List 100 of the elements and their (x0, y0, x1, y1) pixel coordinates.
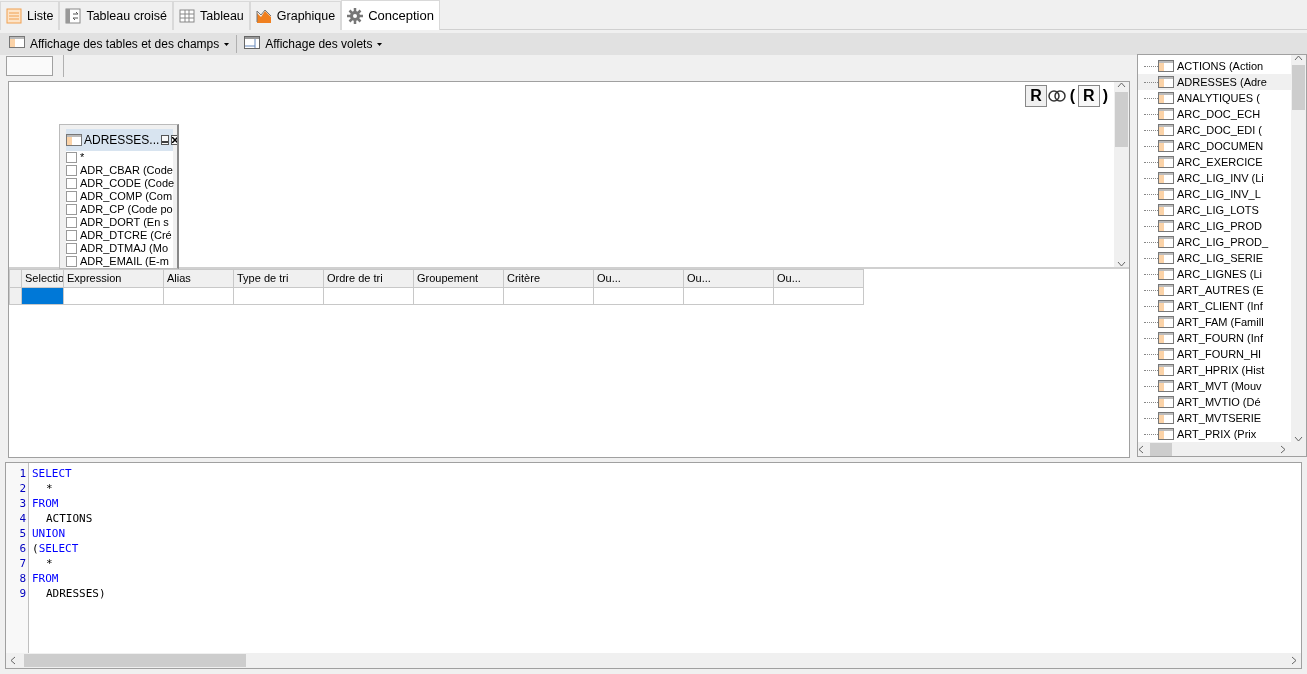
tree-item[interactable]: ARC_LIG_INV (Li (1138, 170, 1291, 186)
tree-item[interactable]: ART_FOURN_HI (1138, 346, 1291, 362)
tree-item[interactable]: ARC_LIGNES (Li (1138, 266, 1291, 282)
table-title: ADRESSES... (84, 132, 160, 149)
scrollbar-thumb[interactable] (1150, 442, 1172, 456)
line-number: 4 (18, 511, 26, 526)
sql-keyword: FROM (32, 572, 59, 585)
line-number: 2 (18, 481, 26, 496)
vertical-scrollbar[interactable] (1114, 82, 1129, 267)
close-icon (172, 137, 177, 143)
tree-item[interactable]: ARC_EXERCICE (1138, 154, 1291, 170)
horizontal-scrollbar[interactable] (1138, 442, 1306, 456)
scrollbar-thumb[interactable] (1292, 65, 1305, 110)
sql-keyword: SELECT (32, 467, 72, 480)
tree-item[interactable]: ARC_LIG_INV_L (1138, 186, 1291, 202)
column-header[interactable]: Ou... (593, 269, 684, 288)
grid-icon (179, 8, 195, 24)
table-icon (1158, 140, 1174, 152)
sql-text: ( (32, 542, 39, 555)
tree-item[interactable]: ARC_LIG_LOTS (1138, 202, 1291, 218)
sql-keyword: SELECT (38, 542, 79, 555)
field-name: ADR_CODE (Code (80, 177, 175, 190)
table-icon (1158, 348, 1174, 360)
toolbar-dropdown-button[interactable]: Affichage des tables et des champs (6, 35, 233, 53)
toolbar-dropdown-button[interactable]: Affichage des volets (241, 35, 386, 53)
line-number: 8 (18, 571, 26, 586)
vertical-scrollbar[interactable] (1291, 55, 1306, 442)
checkbox[interactable] (66, 204, 77, 215)
line-number: 7 (18, 556, 26, 571)
table-icon (1158, 204, 1174, 216)
sql-text: * (46, 557, 53, 570)
tree-item[interactable]: ARC_DOC_ECH (1138, 106, 1291, 122)
checkbox[interactable] (66, 152, 77, 163)
column-header[interactable]: Ordre de tri (323, 269, 414, 288)
tree-item[interactable]: ART_FOURN (Inf (1138, 330, 1291, 346)
column-header[interactable]: Expression (63, 269, 164, 288)
tree-item[interactable]: ARC_LIG_PROD (1138, 218, 1291, 234)
caret-icon (377, 42, 383, 46)
checkbox[interactable] (66, 165, 77, 176)
field-name: ADR_CBAR (Code (80, 164, 173, 177)
minimize-button[interactable] (161, 135, 170, 145)
view-box (6, 56, 53, 76)
checkbox[interactable] (66, 191, 77, 202)
scroll-down-icon (1117, 261, 1126, 267)
tab[interactable]: Liste (0, 1, 60, 30)
table-icon (1158, 268, 1174, 280)
sql-text: ACTIONS (46, 512, 93, 525)
checkbox[interactable] (66, 230, 77, 241)
scroll-left-icon (10, 656, 16, 665)
table-icon (1158, 124, 1174, 136)
tree-item[interactable]: ADRESSES (Adre (1138, 74, 1291, 90)
table-icon (1158, 108, 1174, 120)
field-name: ADR_DTCRE (Cré (80, 229, 172, 242)
tree-item[interactable]: ARC_DOC_EDI ( (1138, 122, 1291, 138)
join-icon (1046, 90, 1067, 102)
scrollbar-thumb[interactable] (24, 654, 246, 667)
checkbox[interactable] (66, 178, 77, 189)
gear-icon (347, 7, 364, 24)
scroll-up-icon (1294, 55, 1303, 61)
tree-item[interactable]: ARC_DOCUMEN (1138, 138, 1291, 154)
column-header[interactable]: Critère (503, 269, 594, 288)
horizontal-scrollbar[interactable] (6, 653, 1301, 668)
column-header[interactable]: Groupement (413, 269, 504, 288)
close-button[interactable] (171, 135, 177, 145)
field-name: * (80, 151, 85, 164)
tree-item[interactable]: ARC_LIG_SERIE (1138, 250, 1291, 266)
relation-button[interactable]: R (1025, 85, 1047, 107)
table-icon (1158, 300, 1174, 312)
tree-item[interactable]: ACTIONS (Action (1138, 58, 1291, 74)
tab[interactable]: Conception (341, 0, 440, 30)
tree-item[interactable]: ART_MVTIO (Dé (1138, 394, 1291, 410)
tree-item[interactable]: ART_FAM (Famill (1138, 314, 1291, 330)
checkbox[interactable] (66, 217, 77, 228)
tree-item[interactable]: ART_MVTSERIE (1138, 410, 1291, 426)
close-parenthesis-button[interactable]: ) (1099, 84, 1111, 108)
column-header[interactable]: Alias (163, 269, 234, 288)
tree-item[interactable]: ART_MVT (Mouv (1138, 378, 1291, 394)
scrollbar-thumb[interactable] (1115, 92, 1128, 147)
tree-item[interactable]: ART_AUTRES (E (1138, 282, 1291, 298)
table-icon (1158, 412, 1174, 424)
tab[interactable]: Tableau croisé (59, 1, 173, 30)
tree-item[interactable]: ANALYTIQUES ( (1138, 90, 1291, 106)
tree-item[interactable]: ART_PRIX (Prix (1138, 426, 1291, 442)
relation-button[interactable]: R (1078, 85, 1100, 107)
line-number: 9 (18, 586, 26, 601)
table-icon (1158, 284, 1174, 296)
column-header[interactable]: Type de tri (233, 269, 324, 288)
tree-item[interactable]: ART_HPRIX (Hist (1138, 362, 1291, 378)
tree-item[interactable]: ART_CLIENT (Inf (1138, 298, 1291, 314)
table-icon (1158, 364, 1174, 376)
checkbox[interactable] (66, 256, 77, 267)
column-header[interactable]: Ou... (773, 269, 864, 288)
tab[interactable]: Graphique (249, 1, 342, 30)
tree-item[interactable]: ARC_LIG_PROD_ (1138, 234, 1291, 250)
scroll-right-icon (1280, 444, 1286, 454)
sql-text: * (46, 482, 53, 495)
column-header[interactable]: Ou... (683, 269, 774, 288)
tab[interactable]: Tableau (173, 1, 250, 30)
checkbox[interactable] (66, 243, 77, 254)
open-parenthesis-button[interactable]: ( (1066, 84, 1079, 108)
